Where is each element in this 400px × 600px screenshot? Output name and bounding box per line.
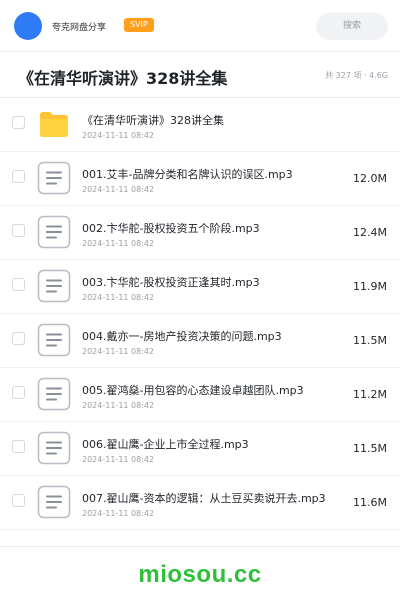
file-row[interactable]: 005.翟鸿燊-用包容的心态建设卓越团队.mp3 2024-11-11 08:4… (0, 368, 400, 422)
file-size: 11.5M (353, 334, 387, 347)
row-checkbox[interactable] (12, 386, 25, 399)
audio-file-icon (37, 431, 71, 465)
file-row-folder[interactable]: 《在清华听演讲》328讲全集 2024-11-11 08:42 (0, 98, 400, 152)
row-checkbox[interactable] (12, 116, 25, 129)
folder-summary: 共 327 项 · 4.6G (325, 71, 388, 80)
svip-badge: SVIP (124, 18, 154, 32)
file-size: 11.5M (353, 442, 387, 455)
file-size: 11.2M (353, 388, 387, 401)
row-checkbox[interactable] (12, 332, 25, 345)
audio-file-icon (37, 485, 71, 519)
audio-file-icon (37, 323, 71, 357)
page-title: 《在清华听演讲》328讲全集 (18, 69, 228, 88)
list-divider (0, 546, 400, 547)
file-row[interactable]: 001.艾丰-品牌分类和名牌认识的误区.mp3 2024-11-11 08:42… (0, 152, 400, 206)
file-size: 11.6M (353, 496, 387, 509)
audio-file-icon (37, 269, 71, 303)
file-size: 12.4M (353, 226, 387, 239)
file-name: 003.卞华舵-股权投资正逢其时.mp3 (82, 276, 260, 289)
file-size: 11.9M (353, 280, 387, 293)
file-row[interactable]: 002.卞华舵-股权投资五个阶段.mp3 2024-11-11 08:42 12… (0, 206, 400, 260)
share-name: 夸克网盘分享 (52, 23, 107, 33)
file-name: 002.卞华舵-股权投资五个阶段.mp3 (82, 222, 260, 235)
audio-file-icon (37, 377, 71, 411)
file-name: 005.翟鸿燊-用包容的心态建设卓越团队.mp3 (82, 384, 304, 397)
row-checkbox[interactable] (12, 170, 25, 183)
file-name: 006.翟山鹰-企业上市全过程.mp3 (82, 438, 249, 451)
file-size: 12.0M (353, 172, 387, 185)
file-name: 007.翟山鹰-资本的逻辑：从土豆买卖说开去.mp3 (82, 492, 326, 505)
file-date: 2024-11-11 08:42 (82, 185, 155, 194)
file-date: 2024-11-11 08:42 (82, 239, 155, 248)
folder-title-row: 《在清华听演讲》328讲全集 共 327 项 · 4.6G (0, 52, 400, 98)
avatar[interactable] (14, 12, 42, 40)
file-name: 001.艾丰-品牌分类和名牌认识的误区.mp3 (82, 168, 293, 181)
file-date: 2024-11-11 08:42 (82, 455, 155, 464)
file-name: 004.戴亦一-房地产投资决策的问题.mp3 (82, 330, 282, 343)
top-bar: 夸克网盘分享 SVIP 搜索 (0, 0, 400, 52)
folder-icon (37, 107, 71, 141)
file-row[interactable]: 007.翟山鹰-资本的逻辑：从土豆买卖说开去.mp3 2024-11-11 08… (0, 476, 400, 530)
file-name: 《在清华听演讲》328讲全集 (82, 114, 224, 127)
file-date: 2024-11-11 08:42 (82, 401, 155, 410)
audio-file-icon (37, 215, 71, 249)
file-date: 2024-11-11 08:42 (82, 509, 155, 518)
row-checkbox[interactable] (12, 494, 25, 507)
search-button[interactable]: 搜索 (316, 13, 388, 40)
file-row[interactable]: 006.翟山鹰-企业上市全过程.mp3 2024-11-11 08:42 11.… (0, 422, 400, 476)
row-checkbox[interactable] (12, 278, 25, 291)
file-date: 2024-11-11 08:42 (82, 347, 155, 356)
file-row[interactable]: 004.戴亦一-房地产投资决策的问题.mp3 2024-11-11 08:42 … (0, 314, 400, 368)
watermark: miosou.cc (138, 561, 262, 588)
row-checkbox[interactable] (12, 440, 25, 453)
file-date: 2024-11-11 08:42 (82, 131, 155, 140)
row-checkbox[interactable] (12, 224, 25, 237)
file-row[interactable]: 003.卞华舵-股权投资正逢其时.mp3 2024-11-11 08:42 11… (0, 260, 400, 314)
file-date: 2024-11-11 08:42 (82, 293, 155, 302)
file-list: 《在清华听演讲》328讲全集 2024-11-11 08:42 001.艾丰-品… (0, 98, 400, 530)
audio-file-icon (37, 161, 71, 195)
